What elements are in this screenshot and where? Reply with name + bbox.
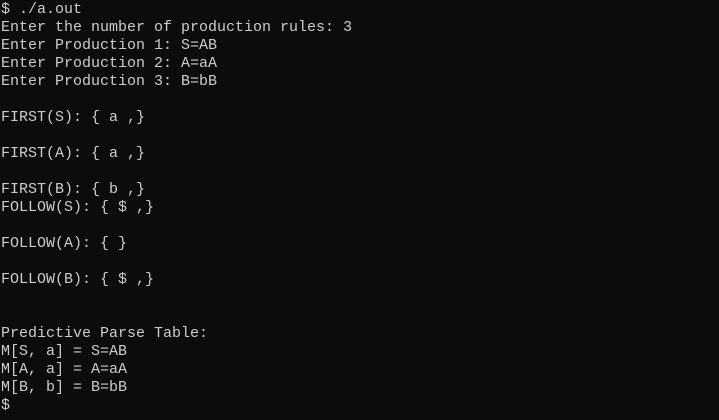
parse-table-entry: M[S, a] = S=AB <box>1 343 128 360</box>
shell-prompt: $ <box>1 397 11 414</box>
command-line: $ ./a.out <box>1 1 83 18</box>
prompt-rule-count: Enter the number of production rules: 3 <box>1 19 353 36</box>
follow-b-output: FOLLOW(B): { $ ,} <box>1 271 155 288</box>
first-b-output: FIRST(B): { b ,} <box>1 181 146 198</box>
shell-prompt-line[interactable]: $ <box>1 397 719 415</box>
parse-table-heading: Predictive Parse Table: <box>1 325 209 342</box>
first-s-output: FIRST(S): { a ,} <box>1 109 146 126</box>
parse-table-entry: M[B, b] = B=bB <box>1 379 128 396</box>
prompt-production-2: Enter Production 2: A=aA <box>1 55 218 72</box>
parse-table-entry: M[A, a] = A=aA <box>1 361 128 378</box>
follow-s-output: FOLLOW(S): { $ ,} <box>1 199 155 216</box>
terminal-window[interactable]: $ ./a.out Enter the number of production… <box>0 0 719 420</box>
follow-a-output: FOLLOW(A): { } <box>1 235 128 252</box>
first-a-output: FIRST(A): { a ,} <box>1 145 146 162</box>
prompt-production-3: Enter Production 3: B=bB <box>1 73 218 90</box>
prompt-production-1: Enter Production 1: S=AB <box>1 37 218 54</box>
